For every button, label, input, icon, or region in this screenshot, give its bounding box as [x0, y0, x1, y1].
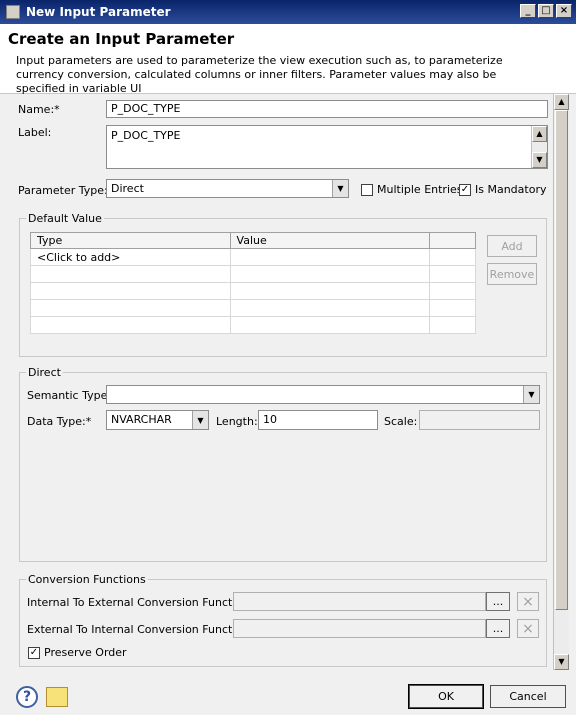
table-row [30, 299, 476, 317]
scale-label: Scale: [384, 415, 418, 428]
scroll-down-icon[interactable]: ▼ [532, 152, 547, 168]
maximize-button[interactable]: □ [538, 4, 554, 18]
chevron-down-icon: ▼ [192, 411, 208, 429]
length-label: Length: [216, 415, 258, 428]
semantic-type-label: Semantic Type: [27, 389, 112, 402]
is-mandatory-label: Is Mandatory [475, 183, 547, 196]
ext-to-int-input[interactable] [233, 619, 486, 638]
label-text: P_DOC_TYPE [111, 129, 181, 142]
scroll-up-icon[interactable]: ▲ [554, 94, 569, 110]
name-input[interactable]: P_DOC_TYPE [106, 100, 548, 118]
help-icon[interactable]: ? [16, 686, 38, 708]
window-title: New Input Parameter [26, 5, 171, 19]
ext-to-int-browse-button[interactable]: ... [486, 619, 510, 638]
data-type-select[interactable]: NVARCHAR ▼ [106, 410, 209, 430]
main-scrollbar[interactable]: ▲ ▼ [553, 94, 569, 670]
direct-title: Direct [26, 366, 63, 379]
table-row[interactable]: <Click to add> [30, 248, 476, 266]
dialog-title: Create an Input Parameter [8, 30, 235, 48]
chevron-down-icon: ▼ [523, 386, 539, 403]
table-row [30, 316, 476, 334]
default-value-table[interactable]: Type Value <Click to add> [30, 232, 476, 334]
dialog-header: Create an Input Parameter Input paramete… [0, 24, 576, 95]
preserve-order-label: Preserve Order [44, 646, 127, 659]
main-panel: Name:* P_DOC_TYPE Label: P_DOC_TYPE ▲ ▼ … [0, 94, 576, 674]
parameter-type-value: Direct [111, 182, 144, 195]
data-type-value: NVARCHAR [111, 413, 172, 426]
click-to-add-cell[interactable]: <Click to add> [30, 248, 231, 266]
label-scrollbar[interactable]: ▲ ▼ [531, 126, 547, 168]
add-button[interactable]: Add [487, 235, 537, 257]
window-title-bar: New Input Parameter _ □ × [0, 0, 576, 24]
preserve-order-checkbox[interactable]: ✓ Preserve Order [28, 646, 127, 659]
scroll-down-icon[interactable]: ▼ [554, 654, 569, 670]
scroll-up-icon[interactable]: ▲ [532, 126, 547, 142]
check-icon[interactable]: ✓ [459, 183, 471, 196]
remove-button[interactable]: Remove [487, 263, 537, 285]
table-row [30, 265, 476, 283]
column-blank-header [429, 232, 476, 249]
name-label: Name:* [18, 103, 60, 116]
chevron-down-icon: ▼ [332, 180, 348, 197]
conversion-functions-title: Conversion Functions [26, 573, 148, 586]
length-input[interactable]: 10 [258, 410, 378, 430]
minimize-button[interactable]: _ [520, 4, 536, 18]
int-to-ext-input[interactable] [233, 592, 486, 611]
parameter-type-label: Parameter Type: [18, 184, 108, 197]
column-value-header[interactable]: Value [229, 232, 431, 249]
table-row [30, 282, 476, 300]
int-to-ext-clear-icon[interactable]: × [517, 592, 539, 611]
multiple-entries-box[interactable] [361, 183, 373, 196]
label-textarea[interactable]: P_DOC_TYPE ▲ ▼ [106, 125, 548, 169]
column-type-header[interactable]: Type [30, 232, 231, 249]
dialog-description: Input parameters are used to parameteriz… [16, 54, 503, 95]
label-label: Label: [18, 126, 52, 139]
cancel-button[interactable]: Cancel [490, 685, 566, 708]
multiple-entries-checkbox[interactable]: Multiple Entries [361, 183, 463, 196]
default-value-title: Default Value [26, 212, 104, 225]
data-type-label: Data Type:* [27, 415, 92, 428]
int-to-ext-label: Internal To External Conversion Function… [27, 596, 253, 609]
scale-input[interactable] [419, 410, 540, 430]
semantic-type-select[interactable]: ▼ [106, 385, 540, 404]
multiple-entries-label: Multiple Entries [377, 183, 463, 196]
parameter-type-select[interactable]: Direct ▼ [106, 179, 349, 198]
close-button[interactable]: × [556, 4, 572, 18]
dialog-footer: ? OK Cancel [0, 674, 576, 715]
app-icon [6, 5, 20, 19]
scroll-thumb[interactable] [555, 110, 568, 610]
is-mandatory-checkbox[interactable]: ✓ Is Mandatory [459, 183, 546, 196]
check-icon[interactable]: ✓ [28, 646, 40, 659]
ok-button[interactable]: OK [408, 684, 484, 709]
ext-to-int-clear-icon[interactable]: × [517, 619, 539, 638]
note-icon[interactable] [46, 687, 68, 707]
int-to-ext-browse-button[interactable]: ... [486, 592, 510, 611]
ext-to-int-label: External To Internal Conversion Function… [27, 623, 253, 636]
